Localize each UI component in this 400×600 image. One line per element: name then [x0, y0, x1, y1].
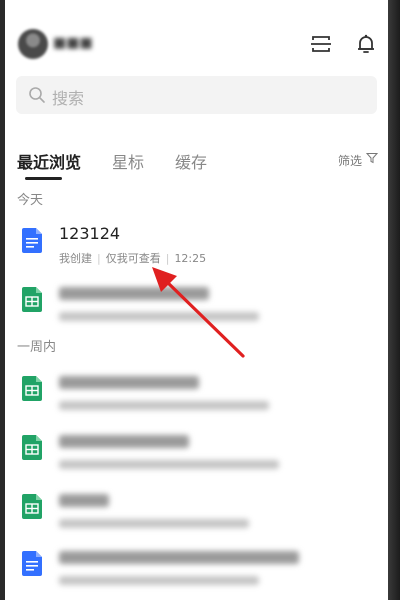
- sheet-icon: [22, 494, 42, 519]
- file-row-blurred[interactable]: [5, 372, 388, 432]
- section-week: 一周内: [17, 340, 57, 355]
- header: ■■■: [5, 22, 388, 66]
- search-bar[interactable]: 搜索: [16, 76, 377, 114]
- file-creator: 我创建: [59, 252, 92, 265]
- doc-icon: [22, 551, 42, 576]
- file-meta-blurred: [59, 516, 249, 529]
- search-icon: [29, 87, 45, 103]
- file-row-blurred[interactable]: [5, 547, 388, 600]
- tab-bar: 最近浏览 星标 缓存 筛选: [5, 144, 388, 184]
- file-time: 12:25: [174, 252, 207, 265]
- sheet-icon: [22, 287, 42, 312]
- phone-screen: ■■■ 搜索 最近浏览 星标 缓存 筛选 今天 123124 我创建 | 仅我可…: [5, 0, 388, 600]
- file-title-blurred: [59, 547, 299, 566]
- tab-recent[interactable]: 最近浏览: [17, 149, 81, 173]
- tab-starred[interactable]: 星标: [112, 149, 144, 173]
- file-meta-blurred: [59, 309, 259, 322]
- file-row-blurred[interactable]: [5, 490, 388, 550]
- file-row-123124[interactable]: 123124 我创建 | 仅我可查看 | 12:25: [5, 224, 388, 284]
- device-frame: [388, 0, 400, 600]
- filter-button[interactable]: 筛选: [338, 152, 362, 169]
- sheet-icon: [22, 435, 42, 460]
- file-title-blurred: [59, 490, 109, 509]
- file-meta-blurred: [59, 457, 279, 470]
- tab-cache[interactable]: 缓存: [175, 149, 207, 173]
- active-tab-indicator: [25, 177, 62, 180]
- file-title-blurred: [59, 283, 209, 302]
- scan-icon[interactable]: [309, 32, 333, 56]
- file-row-blurred[interactable]: [5, 283, 388, 343]
- file-meta: 我创建 | 仅我可查看 | 12:25: [59, 252, 207, 265]
- sheet-icon: [22, 376, 42, 401]
- username-blurred: ■■■: [53, 35, 93, 51]
- file-permission: 仅我可查看: [105, 252, 161, 265]
- section-today: 今天: [17, 193, 44, 208]
- file-title: 123124: [59, 224, 121, 243]
- bell-icon[interactable]: [354, 32, 378, 56]
- avatar[interactable]: [18, 29, 48, 59]
- filter-icon[interactable]: [366, 152, 378, 164]
- file-meta-blurred: [59, 573, 259, 586]
- file-title-blurred: [59, 431, 189, 450]
- file-title-blurred: [59, 372, 199, 391]
- file-row-blurred[interactable]: [5, 431, 388, 491]
- file-meta-blurred: [59, 398, 269, 411]
- search-input[interactable]: 搜索: [52, 85, 84, 109]
- doc-icon: [22, 228, 42, 253]
